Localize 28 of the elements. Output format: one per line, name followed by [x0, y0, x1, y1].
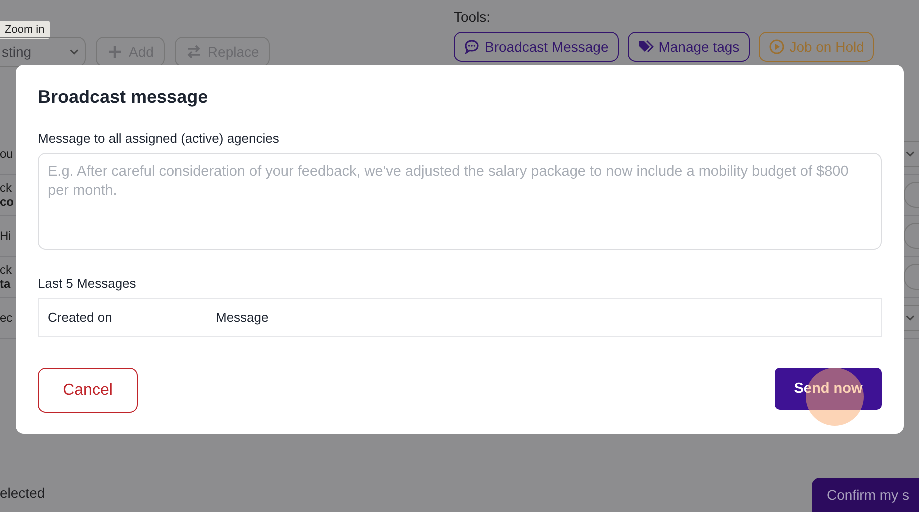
chevron-icon: [906, 315, 915, 321]
tags-icon: [638, 39, 654, 55]
confirm-button[interactable]: Confirm my s: [812, 478, 919, 512]
column-header: Message: [216, 310, 269, 325]
chevron-icon: [70, 49, 79, 55]
tooltip: Zoom in: [0, 21, 50, 39]
field-label: Message to all assigned (active) agencies: [38, 131, 280, 146]
row-text: ck: [0, 263, 13, 277]
column-header: Created on: [47, 310, 114, 325]
tool-button[interactable]: Broadcast Message: [454, 32, 619, 62]
row-text: ec: [0, 311, 14, 325]
section-label: Last 5 Messages: [38, 276, 138, 291]
play-circle-icon: [768, 39, 785, 55]
chevron-icon: [906, 151, 915, 157]
row-text: co: [0, 195, 15, 209]
row-text: Hi: [0, 229, 12, 243]
selection-count: elected: [0, 485, 46, 501]
plus-icon: [107, 44, 123, 60]
row-text: ta: [0, 277, 12, 291]
row-text: ou: [0, 147, 14, 161]
cancel-button[interactable]: Cancel: [38, 368, 138, 413]
chat-bubble-icon: [464, 39, 480, 55]
row-text: ck: [0, 181, 13, 195]
tool-button[interactable]: Manage tags: [628, 32, 750, 62]
message-field[interactable]: E.g. After careful consideration of your feedback, we've adjusted the salary package to now include a mobility budget of $800 per month.: [38, 153, 882, 250]
swap-arrows-icon: [186, 44, 202, 60]
tools-label: Tools:: [454, 9, 492, 25]
modal-title: Broadcast message: [38, 87, 210, 108]
